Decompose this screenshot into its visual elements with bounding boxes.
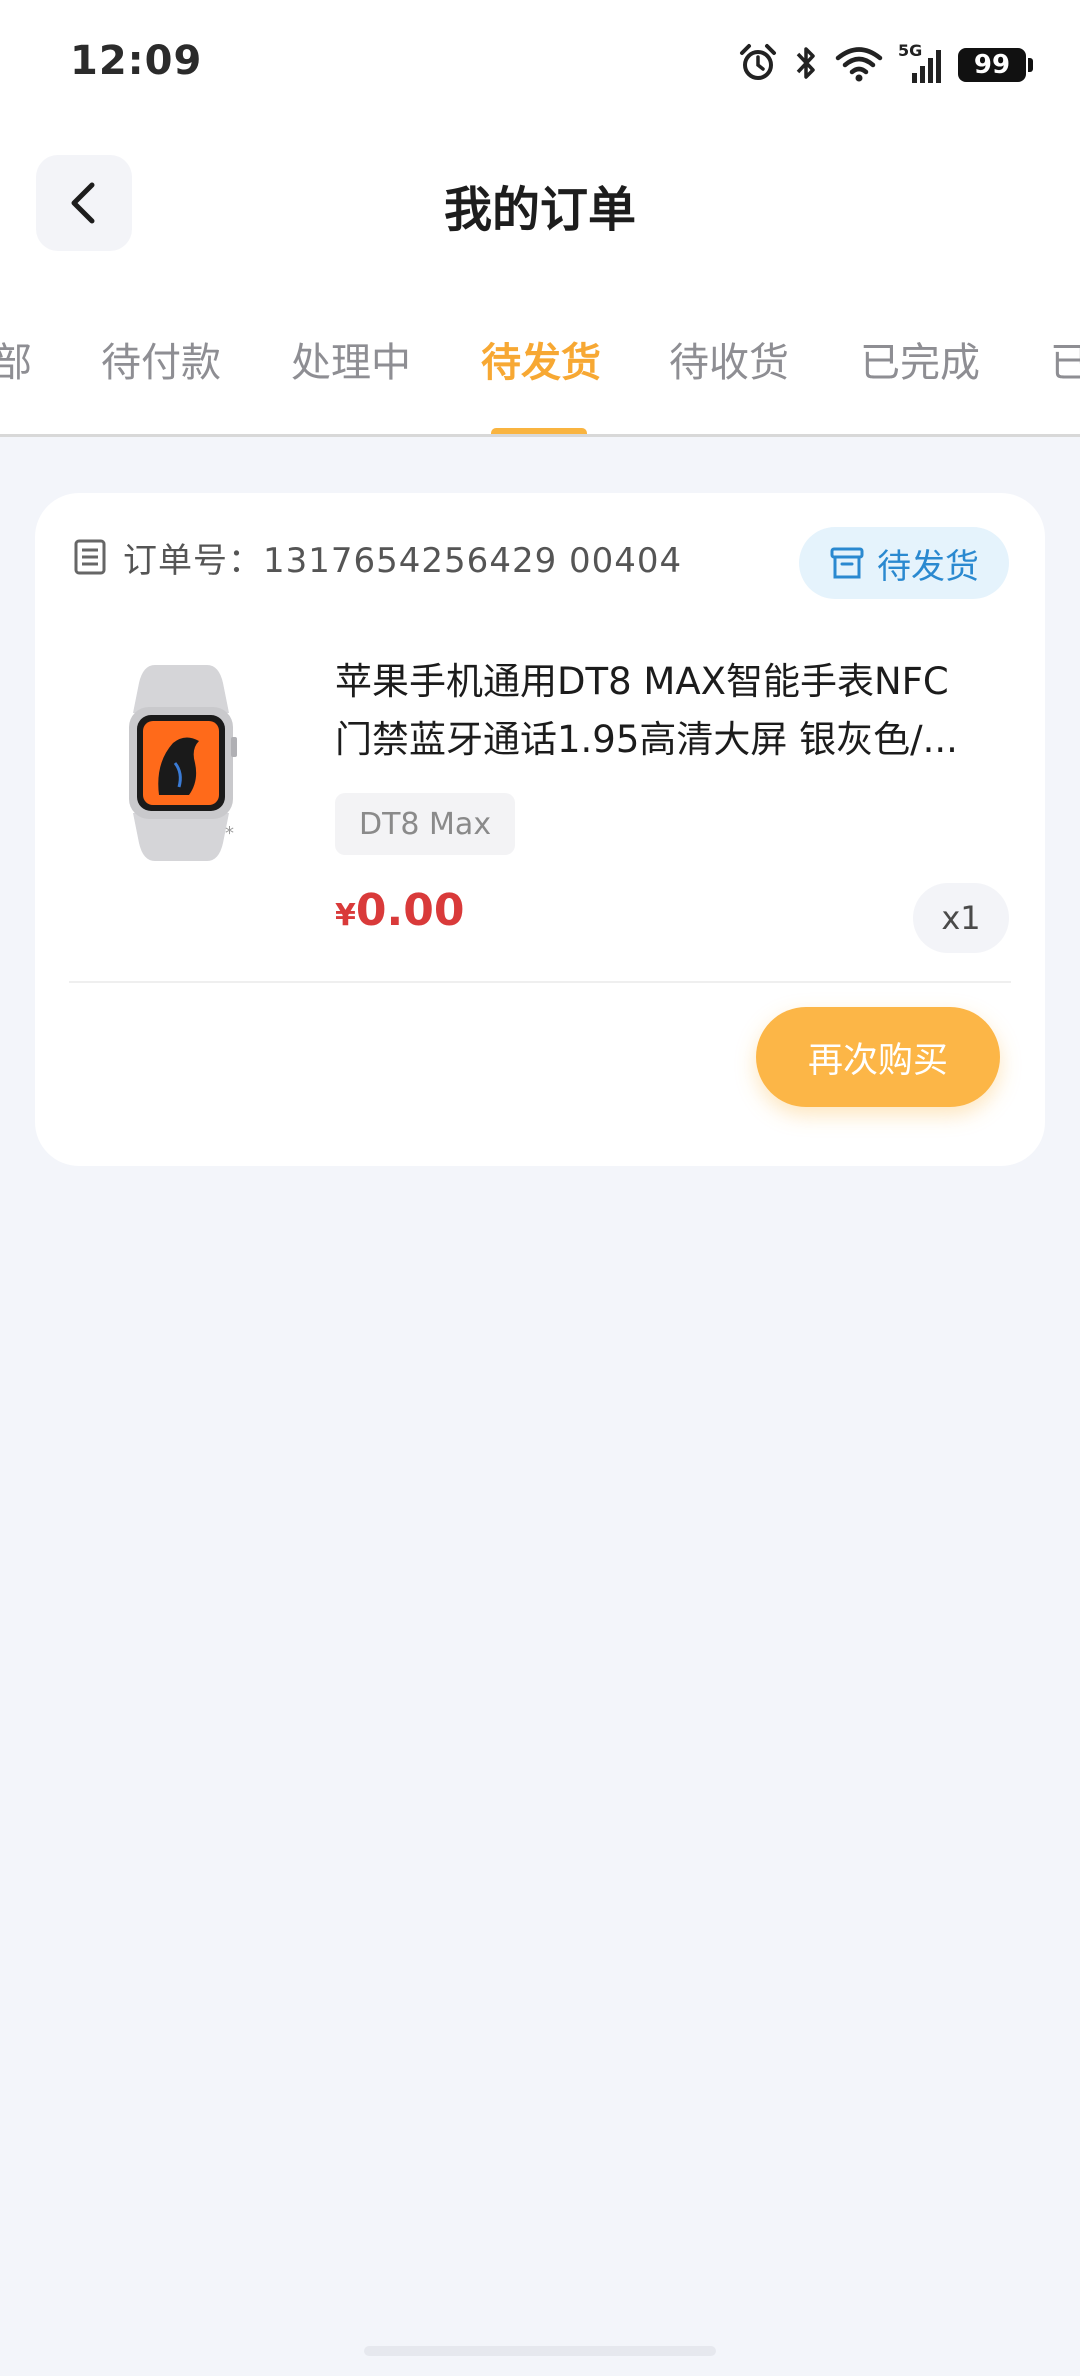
signal-icon: 5G: [898, 41, 944, 85]
order-card[interactable]: 订单号：1317654256429 00404 待发货 * 苹果手机通用DT8 …: [35, 493, 1045, 1166]
svg-text:*: *: [225, 823, 234, 844]
quantity-badge: x1: [913, 883, 1009, 953]
home-indicator[interactable]: [364, 2346, 716, 2356]
price-currency: ¥: [335, 898, 356, 933]
wifi-icon: [834, 43, 884, 87]
card-divider: [69, 981, 1011, 983]
tab-completed[interactable]: 已完成: [860, 330, 980, 388]
product-spec-tag: DT8 Max: [335, 793, 516, 855]
tab-all[interactable]: 部: [0, 330, 32, 388]
status-badge: 待发货: [799, 527, 1009, 599]
status-text: 待发货: [877, 546, 979, 587]
tab-more[interactable]: 已: [1050, 330, 1080, 388]
battery-icon: 99: [958, 48, 1033, 82]
status-icons: 5G 99: [738, 40, 1033, 90]
top-area: 12:09 5G 99 我的订单 部 待付款 处理中 待发货 待收货 已完成 已: [0, 0, 1080, 437]
receipt-icon: [74, 539, 106, 575]
battery-level: 99: [973, 50, 1011, 80]
alarm-icon: [738, 43, 778, 87]
tab-pending-receipt[interactable]: 待收货: [669, 330, 789, 388]
page-title: 我的订单: [443, 182, 636, 238]
order-number: 订单号：1317654256429 00404: [123, 540, 683, 581]
product-price: ¥0.00: [335, 885, 464, 936]
buy-again-button[interactable]: 再次购买: [756, 1007, 1000, 1107]
status-time: 12:09: [70, 38, 203, 84]
bluetooth-icon: [792, 43, 820, 87]
tab-processing[interactable]: 处理中: [291, 330, 411, 388]
product-title-line-1: 苹果手机通用DT8 MAX智能手表NFC: [335, 660, 949, 703]
tab-pending-payment[interactable]: 待付款: [101, 330, 221, 388]
smartwatch-image-icon: *: [129, 665, 237, 861]
order-number-row: 订单号：1317654256429 00404: [73, 535, 683, 581]
order-tabs: 部 待付款 处理中 待发货 待收货 已完成 已: [0, 330, 1080, 410]
box-icon: [830, 547, 864, 579]
tab-divider: [0, 434, 1080, 437]
tab-pending-shipment[interactable]: 待发货: [481, 330, 601, 388]
price-amount: 0.00: [355, 885, 465, 936]
product-title-line-2: 门禁蓝牙通话1.95高清大屏 银灰色/...: [335, 718, 958, 761]
status-bar: 12:09 5G 99: [0, 0, 1080, 130]
network-type: 5G: [898, 41, 923, 60]
product-title[interactable]: 苹果手机通用DT8 MAX智能手表NFC 门禁蓝牙通话1.95高清大屏 银灰色/…: [335, 653, 1015, 769]
product-image[interactable]: *: [95, 663, 255, 863]
